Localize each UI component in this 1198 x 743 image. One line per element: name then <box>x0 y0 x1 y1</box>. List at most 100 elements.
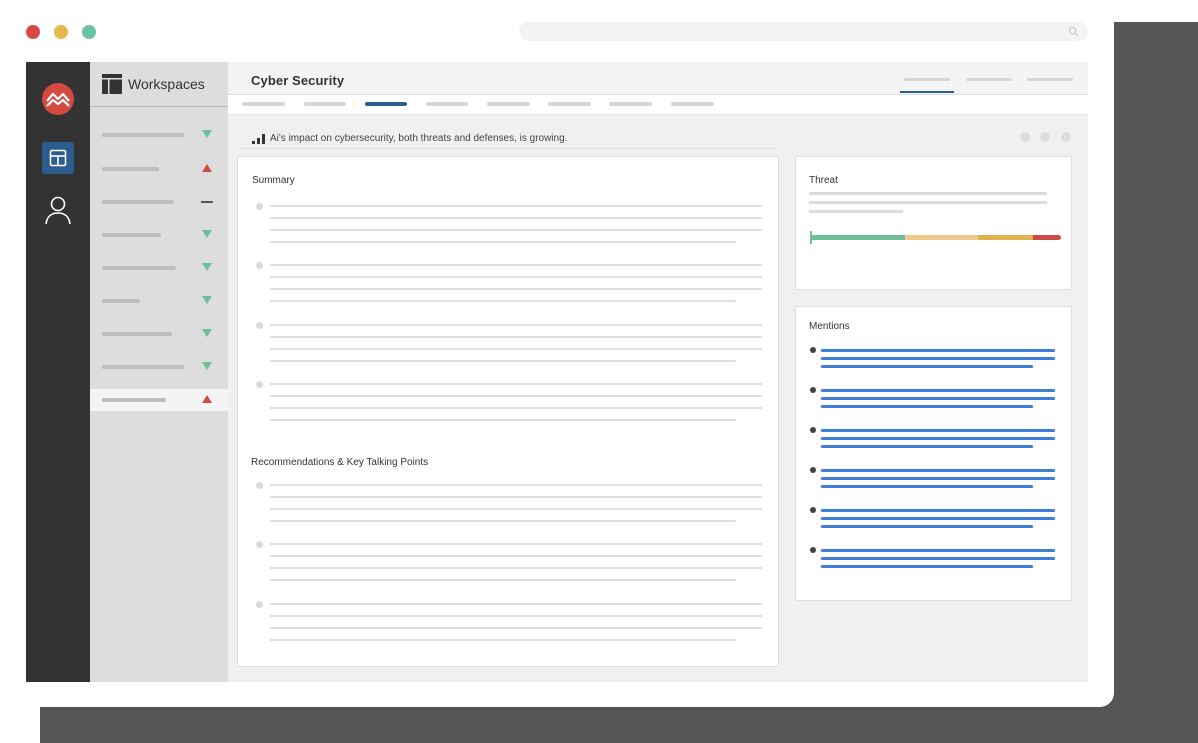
mention-link-line <box>821 445 1033 448</box>
headline-text: Ai's impact on cybersecurity, both threa… <box>270 133 568 144</box>
tab[interactable] <box>242 102 285 106</box>
recommendations-title: Recommendations & Key Talking Points <box>251 457 429 468</box>
summary-title: Summary <box>252 175 295 186</box>
text-placeholder-line <box>270 555 762 557</box>
text-placeholder-line <box>270 508 762 510</box>
top-bar: Cyber Security <box>228 62 1088 95</box>
trend-down-icon <box>202 329 212 337</box>
trend-up-icon <box>202 395 212 403</box>
summary-card: Summary Recommendations & Key Talking Po… <box>237 156 779 667</box>
rail-item-profile[interactable] <box>42 194 74 226</box>
trend-down-icon <box>202 130 212 138</box>
trend-down-icon <box>202 296 212 304</box>
dashboard-grid-icon <box>49 149 67 167</box>
address-bar[interactable] <box>519 22 1088 41</box>
mention-bullet <box>810 467 816 473</box>
text-placeholder-line <box>270 615 762 617</box>
mention-bullet <box>810 547 816 553</box>
threat-gauge <box>810 231 1061 244</box>
bullet-dot <box>256 203 263 210</box>
bullet-dot <box>256 541 263 548</box>
tab[interactable] <box>548 102 591 106</box>
mention-link-line <box>821 469 1055 472</box>
top-tab[interactable] <box>1027 78 1073 81</box>
app-frame: Workspaces Cyber Security Ai's impact on… <box>26 62 1088 682</box>
workspaces-icon <box>102 74 122 94</box>
threat-title: Threat <box>809 175 838 186</box>
text-placeholder-line <box>270 484 762 486</box>
mention-link-line <box>821 477 1055 480</box>
text-placeholder-line <box>270 264 762 266</box>
text-placeholder-line <box>270 360 736 362</box>
sidebar-item[interactable] <box>90 290 228 312</box>
more-dot-icon[interactable] <box>1020 132 1030 142</box>
threat-level-marker <box>810 231 812 244</box>
mentions-card: Mentions <box>795 306 1072 601</box>
text-placeholder-line <box>270 241 736 243</box>
mention-link-line <box>821 365 1033 368</box>
tab[interactable] <box>426 102 468 106</box>
sidebar-item[interactable] <box>90 158 228 180</box>
mountain-logo-icon[interactable] <box>41 82 75 116</box>
sidebar-item[interactable] <box>90 191 228 213</box>
page-title: Cyber Security <box>251 73 345 88</box>
mention-link-line <box>821 429 1055 432</box>
mention-bullet <box>810 387 816 393</box>
close-window-icon[interactable] <box>26 25 40 39</box>
trend-down-icon <box>202 263 212 271</box>
mention-link-line <box>821 557 1055 560</box>
sidebar-item[interactable] <box>90 257 228 279</box>
sidebar-header: Workspaces <box>90 62 228 107</box>
text-placeholder-line <box>270 383 762 385</box>
tab-selected[interactable] <box>365 102 407 106</box>
mention-link-line <box>821 437 1055 440</box>
minimize-window-icon[interactable] <box>54 25 68 39</box>
text-placeholder-line <box>270 276 762 278</box>
threat-card: Threat <box>795 156 1072 290</box>
rail-item-dashboard[interactable] <box>42 142 74 174</box>
mention-link-line <box>821 517 1055 520</box>
text-placeholder-line <box>270 205 762 207</box>
search-icon <box>1068 26 1079 37</box>
trend-flat-icon <box>201 201 213 203</box>
top-tab[interactable] <box>904 78 950 81</box>
tab[interactable] <box>304 102 346 106</box>
workspaces-sidebar: Workspaces <box>90 62 228 682</box>
tab[interactable] <box>609 102 652 106</box>
mention-link-line <box>821 357 1055 360</box>
mention-bullet <box>810 427 816 433</box>
mention-bullet <box>810 347 816 353</box>
text-placeholder-line <box>270 288 762 290</box>
tab[interactable] <box>671 102 714 106</box>
trend-down-icon <box>202 362 212 370</box>
sidebar-item[interactable] <box>90 323 228 345</box>
top-tab[interactable] <box>966 78 1012 81</box>
sidebar-item[interactable] <box>90 356 228 378</box>
text-placeholder-line <box>270 300 736 302</box>
text-placeholder-line <box>270 496 762 498</box>
sidebar-item-active[interactable] <box>90 389 228 411</box>
threat-segment <box>978 235 1034 240</box>
headline: Ai's impact on cybersecurity, both threa… <box>238 129 780 149</box>
tab[interactable] <box>487 102 530 106</box>
text-placeholder-line <box>270 520 736 522</box>
sidebar-item[interactable] <box>90 224 228 246</box>
text-placeholder-line <box>270 567 762 569</box>
bullet-dot <box>256 262 263 269</box>
mention-link-line <box>821 509 1055 512</box>
mention-link-line <box>821 405 1033 408</box>
mention-link-line <box>821 389 1055 392</box>
sidebar-item[interactable] <box>90 124 228 146</box>
more-dot-icon[interactable] <box>1061 132 1071 142</box>
sidebar-title: Workspaces <box>128 76 205 92</box>
bullet-dot <box>256 322 263 329</box>
text-placeholder-line <box>270 217 762 219</box>
mention-link-line <box>821 397 1055 400</box>
more-dot-icon[interactable] <box>1040 132 1050 142</box>
threat-segment <box>905 235 979 240</box>
text-placeholder-line <box>270 229 762 231</box>
mention-link-line <box>821 549 1055 552</box>
text-placeholder-line <box>270 603 762 605</box>
threat-segment <box>810 235 906 240</box>
maximize-window-icon[interactable] <box>82 25 96 39</box>
